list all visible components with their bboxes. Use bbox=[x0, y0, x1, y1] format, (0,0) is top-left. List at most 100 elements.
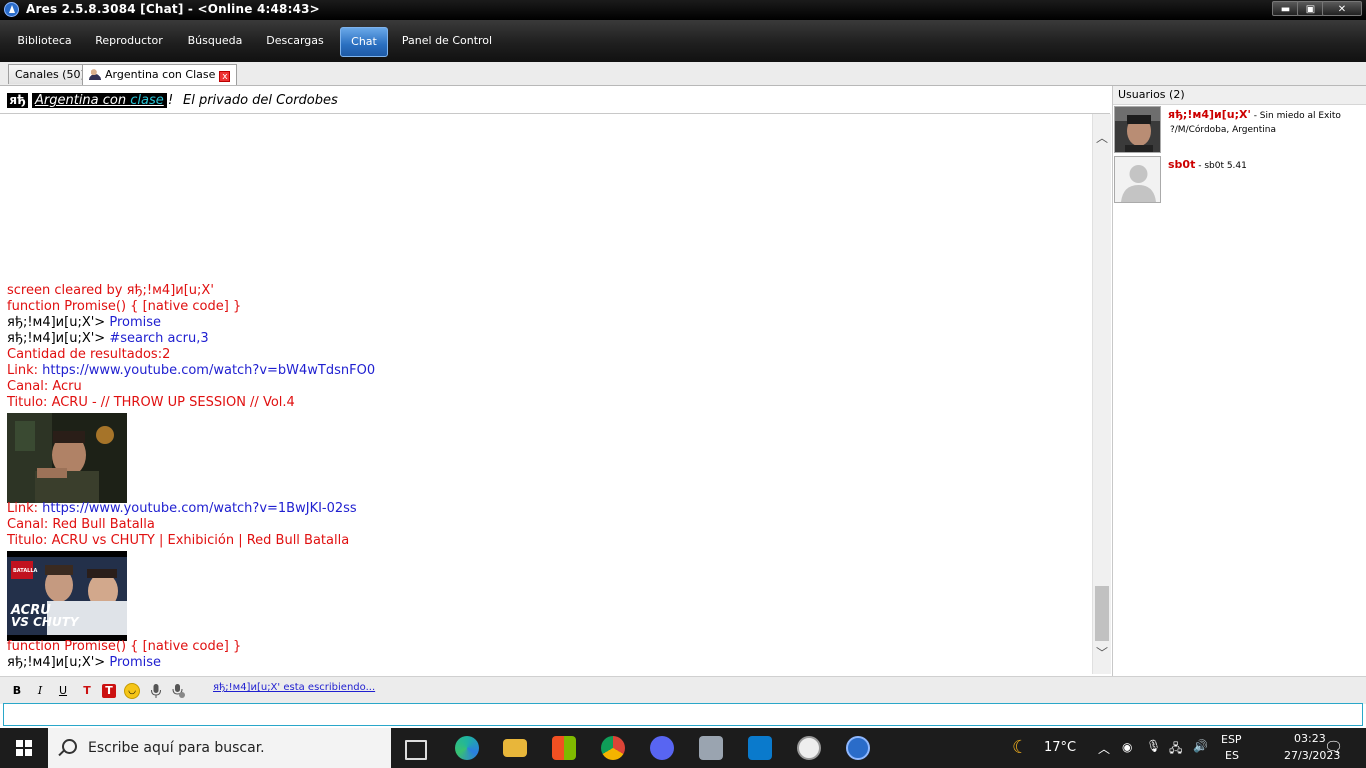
chat-user: яђ;!м4]и[u;X'> bbox=[7, 315, 106, 330]
underline-icon[interactable]: U bbox=[56, 684, 70, 698]
menu-descargas[interactable]: Descargas bbox=[260, 27, 330, 57]
moon-weather-icon[interactable]: ☾ bbox=[1012, 737, 1028, 758]
compass-app-icon[interactable] bbox=[797, 736, 821, 760]
language-primary[interactable]: ESP bbox=[1221, 733, 1242, 746]
chevron-up-icon[interactable]: ︿ bbox=[1098, 740, 1110, 757]
language-secondary[interactable]: ES bbox=[1225, 749, 1239, 762]
tab-channels-label: Canales (50) bbox=[15, 68, 85, 81]
topic-bang: ! bbox=[168, 93, 174, 108]
file-explorer-icon[interactable] bbox=[503, 739, 527, 757]
voice-settings-icon[interactable] bbox=[171, 684, 185, 698]
maximize-button[interactable]: ▣ bbox=[1297, 1, 1324, 16]
video-thumbnail[interactable] bbox=[7, 413, 127, 503]
background-color-icon[interactable]: T bbox=[102, 684, 116, 698]
italic-icon[interactable]: I bbox=[33, 684, 47, 698]
users-icon bbox=[89, 68, 101, 80]
users-panel: Usuarios (2) яђ;!м4]и[u;X' - Sin miedo a… bbox=[1112, 86, 1366, 676]
menu-busqueda[interactable]: Búsqueda bbox=[180, 27, 250, 57]
main-menu-bar: Biblioteca Reproductor Búsqueda Descarga… bbox=[0, 20, 1366, 63]
chat-line: Link: https://www.youtube.com/watch?v=bW… bbox=[7, 363, 375, 379]
ares-taskbar-icon[interactable] bbox=[846, 736, 870, 760]
topic-name-part2: clase bbox=[130, 93, 164, 108]
vscode-icon[interactable] bbox=[748, 736, 772, 760]
tab-channels[interactable]: Canales (50) bbox=[8, 64, 92, 84]
chat-line: Titulo: ACRU vs CHUTY | Exhibición | Red… bbox=[7, 533, 350, 548]
close-tab-icon[interactable]: x bbox=[219, 71, 231, 82]
search-icon bbox=[62, 739, 77, 754]
chat-line: яђ;!м4]и[u;X'> Promise bbox=[7, 315, 161, 331]
chat-scrollbar[interactable]: ︿ ﹀ bbox=[1092, 114, 1111, 674]
tab-room[interactable]: Argentina con Clase x bbox=[82, 64, 238, 85]
windows-start-icon[interactable] bbox=[16, 740, 32, 756]
text-color-icon[interactable]: T bbox=[80, 684, 94, 698]
chat-line: Canal: Red Bull Batalla bbox=[7, 517, 155, 532]
clock-time[interactable]: 03:23 bbox=[1294, 732, 1326, 745]
chat-msg: #search acru,3 bbox=[109, 331, 209, 346]
thumb-title-2: VS CHUTY bbox=[11, 615, 80, 629]
taskbar-search-placeholder: Escribe aquí para buscar. bbox=[88, 740, 265, 756]
user-list-item[interactable]: sb0t - sb0t 5.41 bbox=[1114, 156, 1364, 206]
taskbar-search[interactable]: Escribe aquí para buscar. bbox=[48, 728, 391, 768]
user-status: - Sin miedo al Exito bbox=[1250, 111, 1341, 121]
default-avatar-icon bbox=[1114, 156, 1161, 203]
bold-icon[interactable]: B bbox=[10, 684, 24, 698]
close-button[interactable]: ✕ bbox=[1322, 1, 1362, 16]
task-view-icon[interactable] bbox=[405, 740, 427, 760]
user-nick: sb0t bbox=[1168, 158, 1196, 171]
scroll-down-icon[interactable]: ﹀ bbox=[1096, 647, 1108, 659]
chat-msg: Promise bbox=[109, 655, 162, 670]
avatar bbox=[1114, 106, 1161, 153]
emoticon-icon[interactable]: ◡ bbox=[124, 683, 140, 699]
chat-input[interactable] bbox=[3, 703, 1363, 726]
user-name: яђ;!м4]и[u;X' - Sin miedo al Exito bbox=[1168, 108, 1341, 121]
user-list-item[interactable]: яђ;!м4]и[u;X' - Sin miedo al Exito ?/M/C… bbox=[1114, 106, 1364, 156]
minimize-button[interactable]: ▬ bbox=[1272, 1, 1299, 16]
network-icon[interactable]: 🖧 bbox=[1169, 739, 1182, 760]
chat-link-label: Link: bbox=[7, 363, 39, 378]
users-header: Usuarios (2) bbox=[1113, 86, 1366, 105]
topic-subtitle: El privado del Cordobes bbox=[183, 93, 338, 108]
windows-taskbar: Escribe aquí para buscar. ☾ 17°C ︿ ◉ 🎙 🖧… bbox=[0, 728, 1366, 768]
chat-messages[interactable]: screen cleared by яђ;!м4]и[u;X' function… bbox=[0, 114, 1092, 674]
tab-room-label: Argentina con Clase bbox=[105, 68, 216, 81]
notifications-icon[interactable]: 🗨 bbox=[1324, 738, 1343, 756]
chat-user: яђ;!м4]и[u;X'> bbox=[7, 655, 106, 670]
topic-prefix: яђ bbox=[7, 93, 28, 108]
chat-line: function Promise() { [native code] } bbox=[7, 299, 242, 314]
title-bar: Ares 2.5.8.3084 [Chat] - <Online 4:48:43… bbox=[0, 0, 1366, 20]
user-status: - sb0t 5.41 bbox=[1195, 161, 1247, 171]
chat-line: яђ;!м4]и[u;X'> #search acru,3 bbox=[7, 331, 209, 347]
chat-user: яђ;!м4]и[u;X'> bbox=[7, 331, 106, 346]
scroll-up-icon[interactable]: ︿ bbox=[1096, 132, 1108, 144]
weather-temperature[interactable]: 17°C bbox=[1044, 740, 1076, 755]
chat-msg: Promise bbox=[109, 315, 162, 330]
topic-name-part1: Argentina con bbox=[35, 93, 131, 108]
menu-chat[interactable]: Chat bbox=[340, 27, 388, 57]
volume-icon[interactable]: 🔊 bbox=[1193, 739, 1208, 753]
chrome-icon[interactable] bbox=[601, 736, 625, 760]
photos-app-icon[interactable] bbox=[699, 736, 723, 760]
chat-line: Titulo: ACRU - // THROW UP SESSION // Vo… bbox=[7, 395, 295, 410]
edge-browser-icon[interactable] bbox=[455, 736, 479, 760]
microsoft-store-icon[interactable] bbox=[552, 736, 576, 760]
user-location: ?/M/Córdoba, Argentina bbox=[1170, 125, 1277, 135]
microphone-icon[interactable] bbox=[149, 684, 163, 698]
discord-icon[interactable] bbox=[650, 736, 674, 760]
microphone-tray-icon[interactable]: 🎙 bbox=[1146, 739, 1161, 753]
chat-line: Canal: Acru bbox=[7, 379, 82, 394]
chat-line: Link: https://www.youtube.com/watch?v=1B… bbox=[7, 501, 357, 517]
scroll-thumb[interactable] bbox=[1095, 586, 1109, 641]
chat-line: Cantidad de resultados:2 bbox=[7, 347, 171, 362]
room-topic: яђ Argentina con clase ! El privado del … bbox=[0, 86, 1110, 114]
youtube-link[interactable]: https://www.youtube.com/watch?v=bW4wTdsn… bbox=[42, 363, 375, 378]
menu-panel-de-control[interactable]: Panel de Control bbox=[398, 27, 496, 57]
menu-reproductor[interactable]: Reproductor bbox=[90, 27, 168, 57]
chat-tabs-bar: Canales (50) Argentina con Clase x bbox=[0, 62, 1366, 86]
chat-link-label: Link: bbox=[7, 501, 39, 516]
camera-mic-icon[interactable]: ◉ bbox=[1122, 740, 1132, 754]
chat-line: яђ;!м4]и[u;X'> Promise bbox=[7, 655, 161, 671]
menu-biblioteca[interactable]: Biblioteca bbox=[11, 27, 78, 57]
youtube-link[interactable]: https://www.youtube.com/watch?v=1BwJKI-0… bbox=[42, 501, 357, 516]
video-thumbnail[interactable]: BATALLA ACRU VS CHUTY bbox=[7, 551, 127, 641]
window-title: Ares 2.5.8.3084 [Chat] - <Online 4:48:43… bbox=[26, 2, 320, 16]
